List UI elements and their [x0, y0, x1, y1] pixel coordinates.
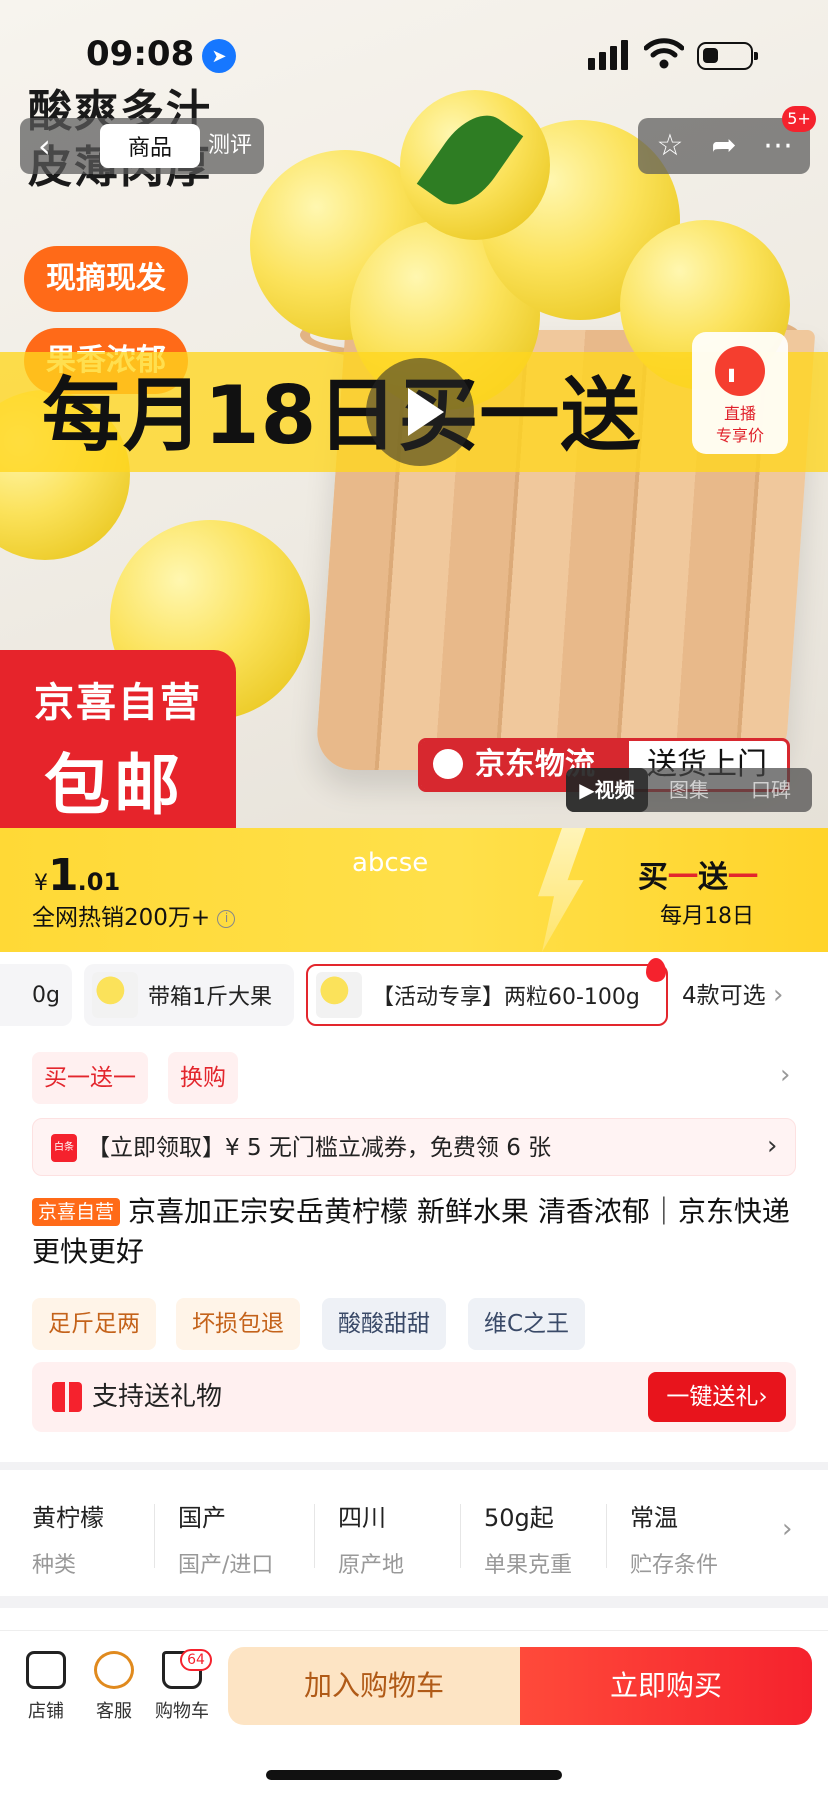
signal-icon: [588, 58, 595, 70]
product-title: 京喜自营 京喜加正宗安岳黄柠檬 新鲜水果 清香浓郁｜京东快递 更快更好: [32, 1195, 790, 1268]
notification-badge: 5+: [782, 106, 816, 132]
product-attributes[interactable]: 黄柠檬 种类 国产 国产/进口 四川 原产地 50g起 单果克重 常温 贮存条件 ›: [0, 1470, 828, 1596]
badge-fresh-picked: 现摘现发: [24, 246, 188, 312]
tag-exchange[interactable]: 换购: [168, 1052, 238, 1104]
tab-review[interactable]: 测评: [208, 124, 252, 168]
store-tag: 京喜自营: [32, 1198, 121, 1226]
product-info-card: 0g 带箱1斤大果 【活动专享】两粒60-100g 4款可选 › 买一送一 换购…: [0, 952, 828, 1462]
coupon-icon: 白条: [51, 1134, 77, 1162]
store-icon: [26, 1651, 66, 1689]
media-tabs: ▶视频 图集 口碑: [566, 768, 812, 812]
coupon-text: 【立即领取】¥ 5 无门槛立减券，免费领 6 张: [87, 1135, 552, 1161]
promo-band-text: 每月18日买一送: [42, 369, 642, 462]
live-price-label: 专享价: [715, 426, 764, 445]
price: ¥1.01: [34, 850, 121, 901]
add-to-cart-button[interactable]: 加入购物车: [228, 1647, 520, 1725]
top-nav-tabs: ‹ 商品 测评: [20, 118, 264, 174]
wifi-icon: [644, 38, 684, 69]
next-section-peek: [0, 1608, 828, 1632]
feature-tag: 坏损包退: [176, 1298, 300, 1350]
coupon-banner[interactable]: 白条 【立即领取】¥ 5 无门槛立减券，免费领 6 张 ›: [32, 1118, 796, 1176]
buy-one-get-one: 买一送一: [638, 860, 758, 895]
chevron-right-icon[interactable]: ›: [780, 1060, 790, 1090]
live-label: 直播: [723, 404, 756, 423]
sku-option[interactable]: 0g: [0, 964, 72, 1026]
attribute-item: 黄柠檬 种类: [32, 1504, 104, 1578]
media-tab-reviews[interactable]: 口碑: [730, 768, 812, 812]
gift-icon: [52, 1382, 82, 1412]
attribute-item: 常温 贮存条件: [630, 1504, 719, 1578]
attribute-item: 国产 国产/进口: [178, 1504, 274, 1578]
signal-icon: [621, 40, 628, 70]
store-button[interactable]: 店铺: [10, 1651, 82, 1723]
store-badge-name: 京喜自营: [34, 680, 202, 726]
promo-date: 每月18日: [660, 904, 754, 929]
gift-banner: 支持送礼物 一键送礼›: [32, 1362, 796, 1432]
gift-text: 支持送礼物: [92, 1382, 223, 1412]
signal-icon: [610, 46, 617, 70]
send-gift-button[interactable]: 一键送礼›: [648, 1372, 786, 1422]
feature-tag: 维C之王: [468, 1298, 586, 1350]
sku-option[interactable]: 带箱1斤大果: [84, 964, 294, 1026]
chevron-left-icon[interactable]: ‹: [38, 128, 74, 164]
customer-service-button[interactable]: 客服: [78, 1651, 150, 1723]
more-icon[interactable]: ⋯: [758, 126, 798, 166]
attribute-item: 四川 原产地: [338, 1504, 405, 1578]
share-icon[interactable]: ➦: [704, 126, 744, 166]
chevron-right-icon: ›: [772, 980, 784, 1010]
store-badge: 京喜自营 包邮: [0, 650, 236, 828]
star-icon[interactable]: ☆: [650, 126, 690, 166]
live-price-button[interactable]: 直播 专享价: [692, 332, 788, 454]
sku-thumbnail: [316, 972, 362, 1018]
chevron-right-icon: ›: [767, 1131, 778, 1161]
chevron-right-icon: ›: [782, 1514, 793, 1544]
hot-icon: [646, 958, 666, 982]
lightning-icon: [538, 828, 586, 952]
status-bar: 09:08 ➤: [0, 0, 828, 110]
location-arrow-icon: ➤: [202, 39, 236, 73]
sku-selector: 0g 带箱1斤大果 【活动专享】两粒60-100g 4款可选 ›: [0, 958, 828, 1030]
tab-goods[interactable]: 商品: [100, 124, 200, 168]
sku-option-selected[interactable]: 【活动专享】两粒60-100g: [306, 964, 668, 1026]
live-icon: [715, 346, 765, 396]
play-video-button[interactable]: [366, 358, 474, 466]
jd-logistics-icon: [433, 749, 463, 779]
sku-more[interactable]: 4款可选 ›: [682, 964, 783, 1027]
attribute-item: 50g起 单果克重: [484, 1504, 573, 1578]
clock: 09:08: [86, 34, 195, 74]
price-bar: ¥1.01 全网热销200万+ i abcse 买一送一 每月18日: [0, 828, 828, 952]
sku-thumbnail: [92, 972, 138, 1018]
cart-count-badge: 64: [180, 1649, 212, 1671]
feature-tag: 酸酸甜甜: [322, 1298, 446, 1350]
tag-buy-one-get-one[interactable]: 买一送一: [32, 1052, 148, 1104]
battery-icon: [697, 42, 758, 70]
signal-icon: [599, 52, 606, 70]
sales-info: 全网热销200万+ i: [32, 898, 236, 932]
buy-now-button[interactable]: 立即购买: [520, 1647, 812, 1725]
watermark: abcse: [352, 848, 429, 878]
media-tab-video[interactable]: ▶视频: [566, 768, 648, 812]
info-icon[interactable]: i: [217, 909, 236, 928]
feature-tag: 足斤足两: [32, 1298, 156, 1350]
home-indicator: [266, 1770, 562, 1780]
service-icon: [94, 1651, 134, 1689]
free-shipping-label: 包邮: [44, 747, 184, 824]
media-tab-gallery[interactable]: 图集: [648, 768, 730, 812]
